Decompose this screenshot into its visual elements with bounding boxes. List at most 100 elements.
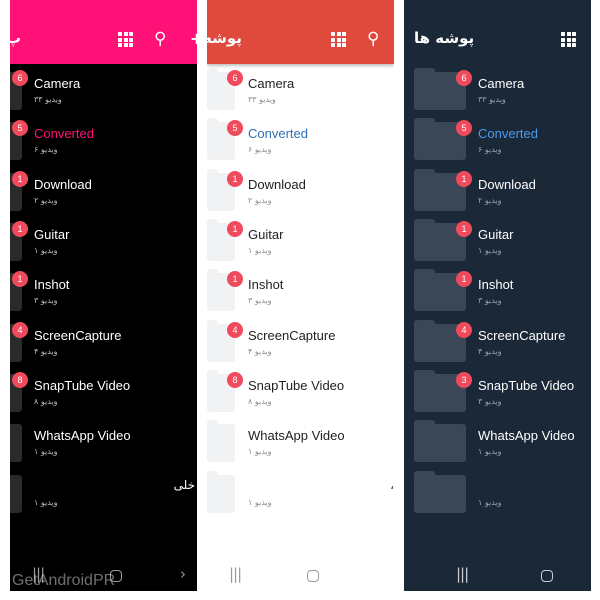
folder-row-snaptube-video[interactable]: 8 SnapTube Video ۸ ویدیو: [207, 366, 394, 416]
video-count: ۱ ویدیو: [478, 447, 502, 456]
new-count-badge: 1: [227, 171, 243, 187]
folder-row-whatsapp-video[interactable]: WhatsApp Video ۱ ویدیو: [10, 416, 197, 466]
new-count-badge: 3: [456, 372, 472, 388]
toolbar-title: پوشه ها: [414, 29, 475, 47]
folder-row-converted[interactable]: 5 Converted ۶ ویدیو: [207, 114, 394, 164]
video-count: ۴ ویدیو: [34, 347, 58, 356]
video-count: ۴ ویدیو: [248, 347, 272, 356]
folder-row-camera[interactable]: 6 Camera ۳۳ ویدیو: [10, 64, 197, 114]
folder-name: SnapTube Video: [478, 378, 575, 393]
new-count-badge: 1: [456, 221, 472, 237]
new-count-badge: 6: [12, 70, 28, 86]
folder-row-snaptube-video[interactable]: 3 SnapTube Video ۳ ویدیو: [404, 366, 591, 416]
video-count: ۳ ویدیو: [478, 397, 502, 406]
new-count-badge: 1: [12, 271, 28, 287]
folder-name: Camera: [248, 76, 295, 91]
video-count: ۶ ویدیو: [478, 145, 502, 154]
folder-row-whatsapp-video[interactable]: WhatsApp Video ۱ ویدیو: [404, 416, 591, 466]
folder-name: Inshot: [478, 277, 514, 292]
grid-view-icon[interactable]: [559, 30, 577, 48]
folder-row-unnamed[interactable]: ۱ ویدیو: [10, 467, 197, 517]
new-count-badge: 5: [456, 120, 472, 136]
folder-row-guitar[interactable]: 1 Guitar ۱ ویدیو: [207, 215, 394, 265]
watermark: GetAndroidPR: [12, 572, 116, 589]
video-count: ۶ ویدیو: [248, 145, 272, 154]
folder-row-unnamed[interactable]: ۱ ویدیو: [207, 467, 394, 517]
folder-name: Guitar: [478, 227, 514, 242]
clipped-folder-name: ،: [390, 478, 394, 492]
folder-row-inshot[interactable]: 1 Inshot ۳ ویدیو: [207, 265, 394, 315]
folder-name: ScreenCapture: [248, 328, 336, 343]
folder-row-camera[interactable]: 6 Camera ۳۳ ویدیو: [207, 64, 394, 114]
video-count: ۶ ویدیو: [34, 145, 58, 154]
video-count: ۱ ویدیو: [478, 498, 502, 507]
new-count-badge: 1: [12, 221, 28, 237]
new-count-badge: 4: [227, 322, 243, 338]
folder-icon: [414, 420, 466, 462]
folder-row-screencapture[interactable]: 4 ScreenCapture ۴ ویدیو: [404, 316, 591, 366]
home-icon[interactable]: [307, 570, 319, 582]
video-count: ۸ ویدیو: [248, 397, 272, 406]
folder-row-download[interactable]: 1 Download ۲ ویدیو: [404, 165, 591, 215]
system-nav-bar: |||: [207, 559, 394, 591]
toolbar-title: پوشه: [207, 29, 242, 47]
search-icon[interactable]: ⚲: [367, 30, 385, 48]
search-icon[interactable]: ⚲: [154, 30, 172, 48]
folder-name: WhatsApp Video: [478, 428, 575, 443]
video-count: ۳۳ ویدیو: [478, 95, 506, 104]
system-nav-bar: |||: [404, 559, 591, 591]
grid-view-icon[interactable]: [329, 30, 347, 48]
grid-view-icon[interactable]: [116, 30, 134, 48]
status-bar: [207, 0, 394, 14]
new-count-badge: 1: [456, 271, 472, 287]
new-count-badge: 4: [12, 322, 28, 338]
phone-screen-red-theme: پوشه ⚲ 6 Camera ۳۳ ویدیو 5 Converted ۶ و…: [207, 0, 394, 591]
new-count-badge: 1: [227, 271, 243, 287]
folder-name: Converted: [248, 126, 308, 141]
video-count: ۳ ویدیو: [248, 296, 272, 305]
folder-row-download[interactable]: 1 Download ۲ ویدیو: [207, 165, 394, 215]
recents-icon[interactable]: |||: [229, 565, 242, 583]
folder-row-inshot[interactable]: 1 Inshot ۳ ویدیو: [10, 265, 197, 315]
video-count: ۱ ویدیو: [248, 447, 272, 456]
folder-row-screencapture[interactable]: 4 ScreenCapture ۴ ویدیو: [10, 316, 197, 366]
app-toolbar: پوشه ⚲: [207, 14, 394, 64]
video-count: ۲ ویدیو: [478, 196, 502, 205]
folder-name: Inshot: [34, 277, 70, 292]
status-bar: [404, 0, 591, 14]
phone-screen-dark-theme: پوشه ها 6 Camera ۳۳ ویدیو 5 Converted ۶ …: [404, 0, 591, 591]
folder-row-screencapture[interactable]: 4 ScreenCapture ۴ ویدیو: [207, 316, 394, 366]
video-count: ۲ ویدیو: [34, 196, 58, 205]
new-count-badge: 4: [456, 322, 472, 338]
folder-name: ScreenCapture: [34, 328, 122, 343]
folder-row-camera[interactable]: 6 Camera ۳۳ ویدیو: [404, 64, 591, 114]
new-count-badge: 8: [12, 372, 28, 388]
recents-icon[interactable]: |||: [456, 565, 469, 583]
folder-name: Download: [478, 177, 536, 192]
folder-row-snaptube-video[interactable]: 8 SnapTube Video ۸ ویدیو: [10, 366, 197, 416]
folder-row-inshot[interactable]: 1 Inshot ۳ ویدیو: [404, 265, 591, 315]
folder-row-unnamed[interactable]: ۱ ویدیو: [404, 467, 591, 517]
new-count-badge: 1: [12, 171, 28, 187]
add-icon[interactable]: +: [190, 30, 197, 48]
video-count: ۳ ویدیو: [34, 296, 58, 305]
folder-row-whatsapp-video[interactable]: WhatsApp Video ۱ ویدیو: [207, 416, 394, 466]
folder-name: Guitar: [34, 227, 70, 242]
toolbar-title: پ: [10, 29, 22, 47]
video-count: ۱ ویدیو: [248, 498, 272, 507]
new-count-badge: 5: [12, 120, 28, 136]
video-count: ۱ ویدیو: [478, 246, 502, 255]
folder-row-converted[interactable]: 5 Converted ۶ ویدیو: [10, 114, 197, 164]
folder-row-converted[interactable]: 5 Converted ۶ ویدیو: [404, 114, 591, 164]
folder-name: Guitar: [248, 227, 284, 242]
folder-row-guitar[interactable]: 1 Guitar ۱ ویدیو: [10, 215, 197, 265]
back-icon[interactable]: ›: [180, 565, 186, 583]
status-bar: [10, 0, 197, 14]
folder-row-download[interactable]: 1 Download ۲ ویدیو: [10, 165, 197, 215]
video-count: ۱ ویدیو: [34, 498, 58, 507]
phone-screen-pink-theme: پ ⚲ + 6 Camera ۳۳ ویدیو 5 Converted ۶ وی…: [10, 0, 197, 591]
folder-row-guitar[interactable]: 1 Guitar ۱ ویدیو: [404, 215, 591, 265]
folder-icon: [207, 420, 235, 462]
home-icon[interactable]: [541, 570, 553, 582]
folder-name: Download: [34, 177, 92, 192]
